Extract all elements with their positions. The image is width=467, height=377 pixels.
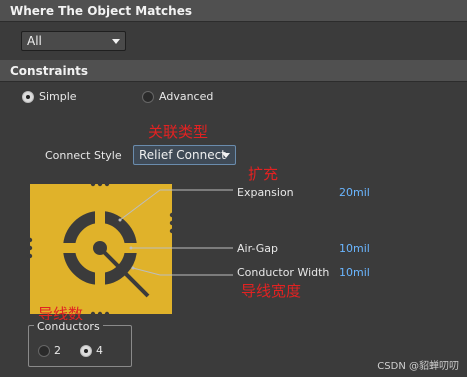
- conductor-width-annotation: 导线宽度: [241, 282, 302, 300]
- expansion-value[interactable]: 20mil: [339, 186, 370, 199]
- conductor-width-label: Conductor Width: [237, 266, 330, 279]
- watermark-text: CSDN @貂蝉叨叨: [377, 361, 459, 372]
- conductor-width-value[interactable]: 10mil: [339, 266, 370, 279]
- conductors-2-radio[interactable]: [38, 345, 50, 357]
- air-gap-label: Air-Gap: [237, 242, 279, 255]
- conductors-label: Conductors: [34, 320, 103, 333]
- conductors-4-radio[interactable]: [80, 345, 92, 357]
- conductors-4-label[interactable]: 4: [96, 344, 103, 357]
- air-gap-value[interactable]: 10mil: [339, 242, 370, 255]
- expansion-label: Expansion: [237, 186, 294, 199]
- conductors-2-label[interactable]: 2: [54, 344, 61, 357]
